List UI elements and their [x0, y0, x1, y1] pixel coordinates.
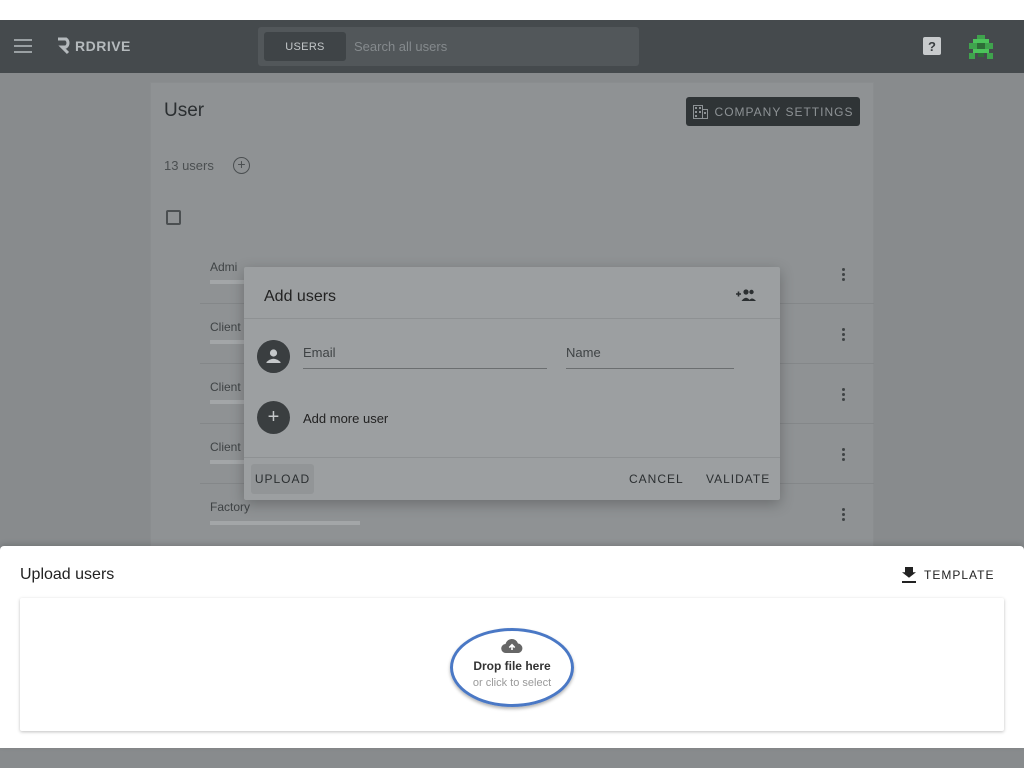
row-name: Client	[210, 440, 241, 454]
group-add-icon[interactable]	[736, 288, 756, 302]
dialog-divider	[244, 318, 780, 319]
more-vert-icon[interactable]	[842, 328, 846, 342]
page-title: User	[164, 100, 205, 121]
logo-icon	[58, 37, 70, 55]
hamburger-menu-icon[interactable]	[14, 39, 32, 53]
app-bar: RDRIVE USERS ?	[0, 20, 1024, 73]
company-settings-label: COMPANY SETTINGS	[714, 104, 854, 119]
template-download-button[interactable]: TEMPLATE	[902, 565, 994, 585]
sheet-title: Upload users	[20, 566, 115, 583]
select-all-checkbox[interactable]	[166, 210, 181, 225]
cancel-button[interactable]: CANCEL	[629, 464, 684, 494]
validate-button[interactable]: VALIDATE	[706, 464, 770, 494]
download-icon	[902, 567, 916, 583]
name-input[interactable]	[566, 339, 734, 360]
help-icon[interactable]: ?	[923, 37, 941, 55]
company-settings-button[interactable]: COMPANY SETTINGS	[686, 97, 860, 126]
cloud-upload-icon	[501, 639, 523, 654]
more-vert-icon[interactable]	[842, 508, 846, 522]
template-label: TEMPLATE	[924, 568, 995, 582]
dialog-title: Add users	[264, 288, 337, 305]
top-strip	[0, 0, 1024, 20]
drop-subtitle: or click to select	[472, 677, 552, 689]
upload-button[interactable]: UPLOAD	[251, 464, 314, 494]
upload-users-sheet: Upload users TEMPLATE Drop file here or …	[0, 546, 1024, 748]
row-email-redacted	[210, 521, 360, 525]
search-scope-chip[interactable]: USERS	[264, 32, 346, 61]
row-name: Admi	[210, 260, 238, 274]
email-field[interactable]	[303, 339, 547, 369]
row-name: Client	[210, 380, 241, 394]
name-field[interactable]	[566, 339, 734, 369]
brand-name: RDRIVE	[75, 38, 131, 54]
email-input[interactable]	[303, 339, 547, 360]
add-more-user-button[interactable]: +	[257, 401, 290, 434]
person-icon	[257, 340, 290, 373]
drop-title: Drop file here	[473, 659, 551, 673]
dialog-divider	[244, 457, 780, 458]
user-avatar-icon[interactable]	[967, 33, 995, 61]
add-user-circle-icon[interactable]: +	[233, 157, 250, 174]
search-box: USERS	[258, 27, 639, 66]
row-name: Client	[210, 320, 241, 334]
building-icon	[692, 104, 708, 119]
add-more-user-label[interactable]: Add more user	[303, 411, 388, 426]
file-dropzone[interactable]: Drop file here or click to select	[20, 598, 1004, 731]
more-vert-icon[interactable]	[842, 388, 846, 402]
add-users-dialog: Add users + Add more user UPLOAD CANCEL …	[244, 267, 780, 500]
more-vert-icon[interactable]	[842, 268, 846, 282]
search-input[interactable]	[354, 32, 624, 61]
user-count: 13 users	[164, 158, 214, 173]
more-vert-icon[interactable]	[842, 448, 846, 462]
row-name: Factory	[210, 500, 251, 514]
logo[interactable]: RDRIVE	[56, 36, 131, 56]
